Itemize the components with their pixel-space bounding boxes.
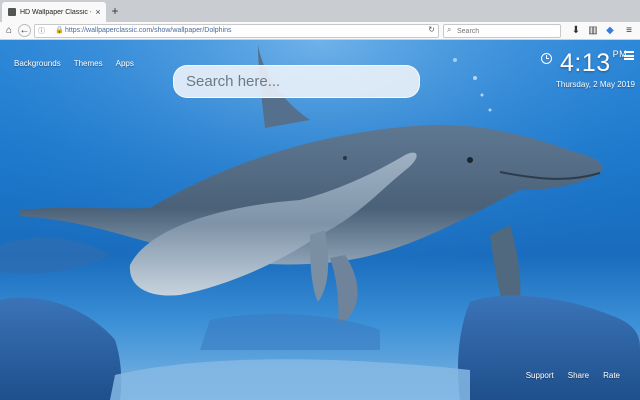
apps-link[interactable]: Apps bbox=[116, 59, 134, 68]
url-text: https://wallpaperclassic.com/show/wallpa… bbox=[65, 27, 232, 34]
backgrounds-link[interactable]: Backgrounds bbox=[14, 59, 61, 68]
clock-date: Thursday, 2 May 2019 bbox=[555, 80, 635, 89]
browser-search-input[interactable] bbox=[457, 26, 557, 36]
tab-title: HD Wallpaper Classic - Dolphins bbox=[20, 8, 91, 16]
share-link[interactable]: Share bbox=[568, 371, 589, 380]
new-tab-button[interactable]: + bbox=[109, 4, 121, 18]
address-bar[interactable]: ⓘ 🔒 https://wallpaperclassic.com/show/wa… bbox=[34, 24, 439, 38]
search-input[interactable] bbox=[174, 66, 419, 97]
navigation-bar: ⌂ ← ⓘ 🔒 https://wallpaperclassic.com/sho… bbox=[0, 22, 640, 40]
clock-time: 4:13 PM bbox=[560, 49, 627, 78]
search-box[interactable] bbox=[173, 65, 420, 98]
library-icon[interactable]: ▥ bbox=[586, 24, 600, 38]
footer-links: Support Share Rate bbox=[526, 371, 620, 380]
info-icon[interactable]: ⓘ bbox=[38, 26, 45, 36]
browser-tab[interactable]: HD Wallpaper Classic - Dolphins × bbox=[2, 2, 106, 22]
favicon-icon bbox=[8, 8, 16, 16]
themes-link[interactable]: Themes bbox=[74, 59, 103, 68]
back-button[interactable]: ← bbox=[18, 24, 31, 37]
browser-search-box[interactable]: ⌕ bbox=[443, 24, 561, 38]
lock-icon[interactable]: 🔒 bbox=[55, 26, 64, 34]
support-link[interactable]: Support bbox=[526, 371, 554, 380]
hamburger-menu-icon[interactable]: ≡ bbox=[622, 24, 636, 38]
extension-icon[interactable]: ◆ bbox=[603, 24, 617, 38]
new-tab-page: Backgrounds Themes Apps 4:13PM Thursday,… bbox=[0, 40, 640, 400]
rate-link[interactable]: Rate bbox=[603, 371, 620, 380]
close-tab-icon[interactable]: × bbox=[94, 7, 102, 17]
tab-strip: HD Wallpaper Classic - Dolphins × + bbox=[0, 0, 640, 22]
home-icon[interactable]: ⌂ bbox=[2, 24, 16, 38]
reload-icon[interactable]: ↻ bbox=[428, 25, 435, 34]
top-links: Backgrounds Themes Apps bbox=[14, 59, 134, 68]
search-icon: ⌕ bbox=[447, 25, 452, 34]
clock-icon[interactable] bbox=[541, 53, 552, 64]
download-icon[interactable]: ⬇ bbox=[569, 24, 583, 38]
clock-time-value: 4:13 bbox=[560, 49, 611, 77]
menu-icon[interactable] bbox=[624, 51, 634, 60]
